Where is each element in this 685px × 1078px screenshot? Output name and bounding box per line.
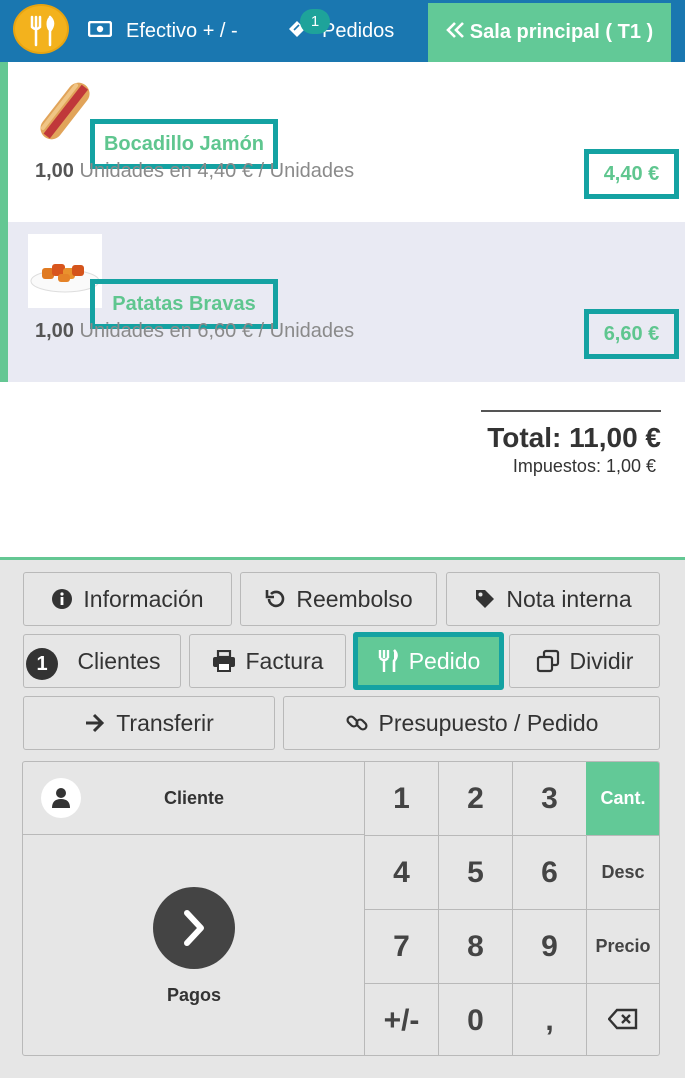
numpad-key-9[interactable]: 9 — [513, 910, 587, 984]
numpad: Cliente Pagos 1 2 3 Cant. 4 5 6 Desc 7 8… — [22, 761, 660, 1056]
double-chevron-left-icon — [445, 21, 466, 45]
internal-note-button[interactable]: Nota interna — [446, 572, 660, 626]
order-panel: Bocadillo Jamón 1,00 Unidades en 4,40 € … — [0, 62, 685, 558]
order-line[interactable]: Patatas Bravas 1,00 Unidades en 6,60 € /… — [0, 222, 685, 382]
chevron-right-icon — [153, 887, 235, 969]
undo-icon — [264, 588, 286, 610]
product-quantity: 1,00 Unidades en 6,60 € / Unidades — [35, 320, 355, 342]
backspace-icon — [607, 1004, 638, 1038]
order-totals: Total: 11,00 € Impuestos: 1,00 € — [481, 410, 661, 477]
quantity-mode-key[interactable]: Cant. — [586, 762, 659, 836]
numpad-key-3[interactable]: 3 — [513, 762, 587, 836]
numpad-key-4[interactable]: 4 — [365, 836, 439, 910]
payments-label: Pagos — [166, 985, 222, 1005]
info-icon — [51, 588, 73, 610]
line-indicator — [0, 222, 8, 382]
orders-label: Pedidos — [322, 19, 395, 42]
orders-button[interactable]: 1 Pedidos — [286, 0, 394, 62]
cash-icon — [87, 20, 113, 43]
cash-in-out-button[interactable]: Efectivo + / - — [87, 0, 238, 62]
discount-mode-key[interactable]: Desc — [586, 836, 659, 910]
order-line[interactable]: Bocadillo Jamón 1,00 Unidades en 4,40 € … — [0, 62, 685, 222]
fork-knife-icon — [377, 649, 399, 673]
arrow-right-icon — [84, 712, 106, 734]
product-quantity: 1,00 Unidades en 4,40 € / Unidades — [35, 160, 355, 182]
customers-count-badge: 1 — [26, 648, 58, 680]
payments-button[interactable]: Pagos — [23, 835, 365, 1055]
printer-icon — [212, 650, 236, 672]
numpad-key-7[interactable]: 7 — [365, 910, 439, 984]
backspace-key[interactable] — [586, 984, 659, 1055]
restaurant-logo-icon[interactable] — [13, 4, 69, 54]
orders-count-badge: 1 — [300, 9, 330, 34]
numpad-key-8[interactable]: 8 — [439, 910, 513, 984]
numpad-key-0[interactable]: 0 — [439, 984, 513, 1055]
selected-line-indicator — [0, 62, 8, 222]
customers-button[interactable]: 1 Clientes — [23, 634, 181, 688]
back-to-floor-button[interactable]: Sala principal ( T1 ) — [428, 3, 671, 62]
plus-minus-key[interactable]: +/- — [365, 984, 439, 1055]
order-button[interactable]: Pedido — [353, 632, 504, 690]
info-button[interactable]: Información — [23, 572, 232, 626]
refund-button[interactable]: Reembolso — [240, 572, 437, 626]
numpad-key-5[interactable]: 5 — [439, 836, 513, 910]
numpad-key-2[interactable]: 2 — [439, 762, 513, 836]
link-icon — [345, 711, 369, 735]
decimal-key[interactable]: , — [513, 984, 587, 1055]
cash-label: Efectivo + / - — [126, 19, 238, 42]
top-bar: Efectivo + / - 1 Pedidos Sala principal … — [0, 0, 685, 62]
customer-label: Cliente — [163, 788, 224, 808]
copy-icon — [536, 649, 560, 673]
customer-button[interactable]: Cliente — [23, 762, 365, 835]
order-total: Total: 11,00 € — [487, 422, 661, 453]
transfer-button[interactable]: Transferir — [23, 696, 275, 750]
quote-order-button[interactable]: Presupuesto / Pedido — [283, 696, 660, 750]
room-label: Sala principal ( T1 ) — [469, 21, 654, 43]
invoice-button[interactable]: Factura — [189, 634, 346, 688]
tag-icon — [474, 588, 496, 610]
product-price: 4,40 € — [584, 149, 679, 199]
split-button[interactable]: Dividir — [509, 634, 660, 688]
numpad-key-6[interactable]: 6 — [513, 836, 587, 910]
product-price: 6,60 € — [584, 309, 679, 359]
numpad-key-1[interactable]: 1 — [365, 762, 439, 836]
order-taxes: Impuestos: 1,00 € — [512, 456, 656, 476]
price-mode-key[interactable]: Precio — [586, 910, 659, 984]
